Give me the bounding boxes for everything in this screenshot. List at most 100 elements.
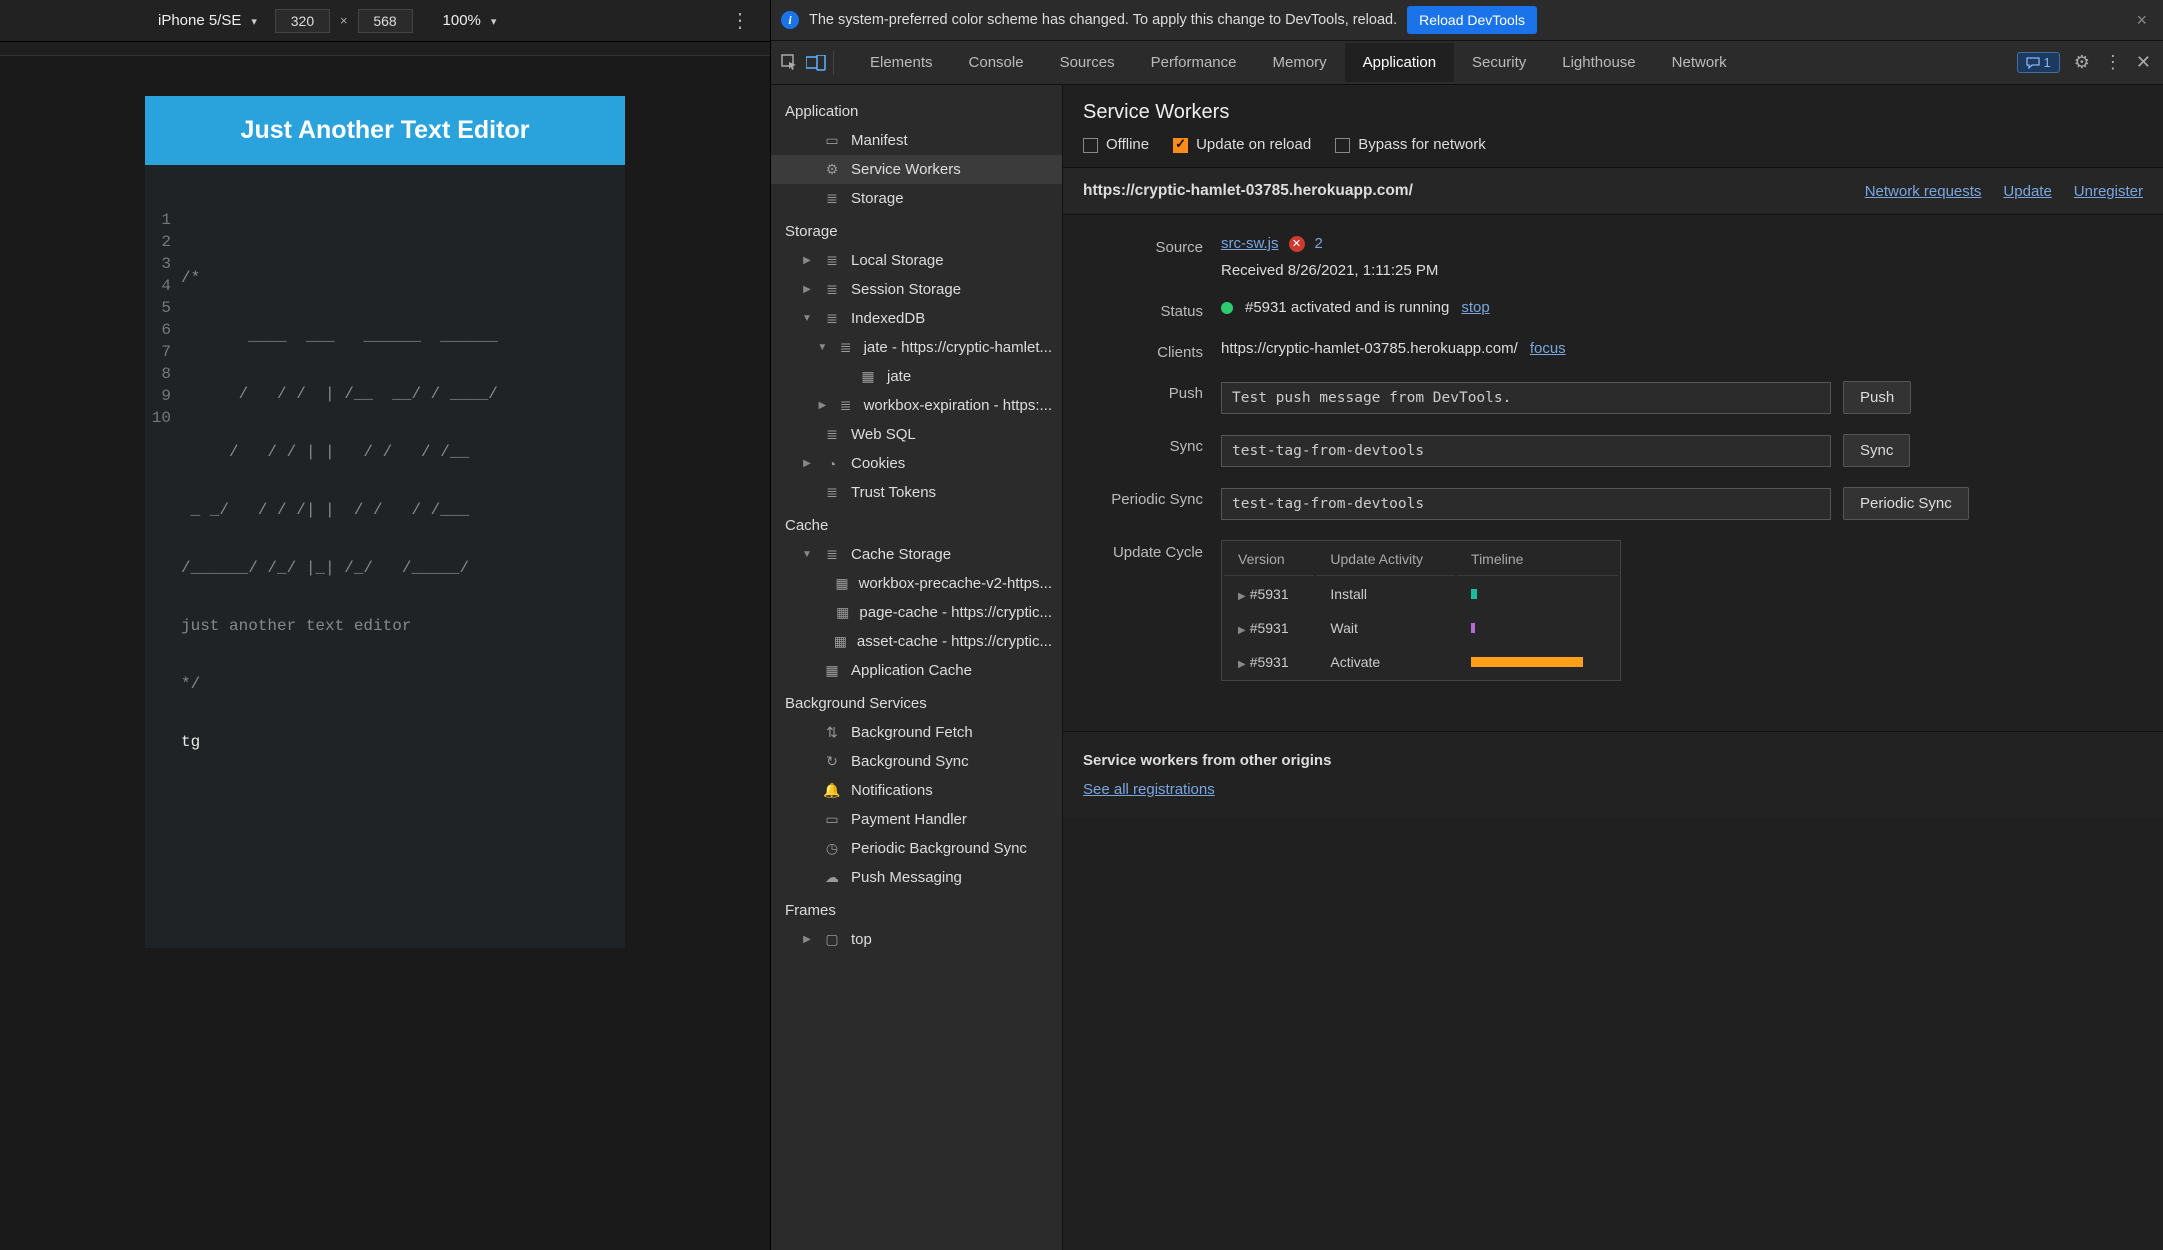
database-icon: ≣ bbox=[823, 486, 841, 500]
update-on-reload-checkbox[interactable]: Update on reload bbox=[1173, 136, 1311, 153]
sidebar-item-indexeddb[interactable]: ▼≣IndexedDB bbox=[771, 304, 1062, 333]
table-row[interactable]: ▶#5931 Activate bbox=[1224, 646, 1618, 678]
sidebar-item-notifications[interactable]: 🔔Notifications bbox=[771, 776, 1062, 805]
stop-link[interactable]: stop bbox=[1461, 299, 1489, 316]
device-viewport: Just Another Text Editor 12345678910 /* … bbox=[145, 96, 625, 948]
periodic-sync-input[interactable] bbox=[1221, 488, 1831, 520]
bypass-network-checkbox[interactable]: Bypass for network bbox=[1335, 136, 1486, 153]
sidebar-item-websql[interactable]: ≣Web SQL bbox=[771, 420, 1062, 449]
section-storage: Storage bbox=[771, 213, 1062, 246]
sidebar-item-page-cache[interactable]: ▦page-cache - https://cryptic... bbox=[771, 598, 1062, 627]
status-dot-icon bbox=[1221, 302, 1233, 314]
close-icon[interactable]: × bbox=[2130, 10, 2153, 31]
gear-icon: ⚙ bbox=[823, 163, 841, 177]
tab-memory[interactable]: Memory bbox=[1254, 43, 1344, 82]
sidebar-item-bg-fetch[interactable]: ⇅Background Fetch bbox=[771, 718, 1062, 747]
sidebar-item-cookies[interactable]: ▶◔Cookies bbox=[771, 449, 1062, 478]
tab-application[interactable]: Application bbox=[1345, 43, 1454, 82]
push-label: Push bbox=[1083, 381, 1203, 402]
network-requests-link[interactable]: Network requests bbox=[1865, 183, 1982, 200]
gear-icon[interactable]: ⚙ bbox=[2074, 52, 2090, 73]
message-icon bbox=[2026, 57, 2040, 69]
sidebar-item-asset-cache[interactable]: ▦asset-cache - https://cryptic... bbox=[771, 627, 1062, 656]
sidebar-item-jate-store[interactable]: ▦jate bbox=[771, 362, 1062, 391]
table-icon: ▦ bbox=[834, 635, 847, 649]
code-editor[interactable]: 12345678910 /* ____ ___ ______ ______ / … bbox=[145, 165, 625, 948]
unregister-link[interactable]: Unregister bbox=[2074, 183, 2143, 200]
sidebar-item-workbox-db[interactable]: ▶≣workbox-expiration - https:... bbox=[771, 391, 1062, 420]
kebab-icon[interactable]: ⋮ bbox=[2104, 52, 2122, 73]
zoom-select[interactable]: 100% bbox=[443, 12, 497, 29]
sidebar-item-precache[interactable]: ▦workbox-precache-v2-https... bbox=[771, 569, 1062, 598]
sidebar-item-local-storage[interactable]: ▶≣Local Storage bbox=[771, 246, 1062, 275]
issues-badge[interactable]: 1 bbox=[2017, 52, 2060, 73]
timeline-bar bbox=[1471, 623, 1475, 633]
tab-console[interactable]: Console bbox=[951, 43, 1042, 82]
application-sidebar: Application ▭Manifest ⚙Service Workers ≣… bbox=[771, 85, 1063, 1250]
sidebar-item-bg-sync[interactable]: ↻Background Sync bbox=[771, 747, 1062, 776]
table-row[interactable]: ▶#5931 Wait bbox=[1224, 612, 1618, 644]
origin-url: https://cryptic-hamlet-03785.herokuapp.c… bbox=[1083, 182, 1413, 200]
sync-label: Sync bbox=[1083, 434, 1203, 455]
table-icon: ▦ bbox=[836, 606, 849, 620]
sidebar-item-service-workers[interactable]: ⚙Service Workers bbox=[771, 155, 1062, 184]
tab-sources[interactable]: Sources bbox=[1042, 43, 1133, 82]
sync-input[interactable] bbox=[1221, 435, 1831, 467]
see-all-registrations-link[interactable]: See all registrations bbox=[1083, 781, 1215, 798]
sidebar-item-session-storage[interactable]: ▶≣Session Storage bbox=[771, 275, 1062, 304]
sidebar-item-cache-storage[interactable]: ▼≣Cache Storage bbox=[771, 540, 1062, 569]
section-bg-services: Background Services bbox=[771, 685, 1062, 718]
sidebar-item-jate-db[interactable]: ▼≣jate - https://cryptic-hamlet... bbox=[771, 333, 1062, 362]
width-input[interactable] bbox=[275, 9, 330, 33]
tab-security[interactable]: Security bbox=[1454, 43, 1544, 82]
offline-checkbox[interactable]: Offline bbox=[1083, 136, 1149, 153]
database-icon: ≣ bbox=[823, 283, 841, 297]
update-link[interactable]: Update bbox=[2003, 183, 2051, 200]
device-toolbar: iPhone 5/SE × 100% ⋮ bbox=[0, 0, 770, 42]
device-viewport-wrap: Just Another Text Editor 12345678910 /* … bbox=[0, 56, 770, 1250]
close-icon[interactable]: ✕ bbox=[2136, 52, 2151, 73]
received-time: Received 8/26/2021, 1:11:25 PM bbox=[1221, 262, 1438, 279]
sync-button[interactable]: Sync bbox=[1843, 434, 1910, 467]
push-input[interactable] bbox=[1221, 382, 1831, 414]
sidebar-item-periodic-bg[interactable]: ◷Periodic Background Sync bbox=[771, 834, 1062, 863]
periodic-sync-button[interactable]: Periodic Sync bbox=[1843, 487, 1969, 520]
section-frames: Frames bbox=[771, 892, 1062, 925]
device-select[interactable]: iPhone 5/SE bbox=[150, 8, 265, 33]
inspect-icon[interactable] bbox=[777, 50, 803, 76]
device-emulator-pane: iPhone 5/SE × 100% ⋮ Just Another Text E… bbox=[0, 0, 770, 1250]
clients-label: Clients bbox=[1083, 340, 1203, 361]
tab-performance[interactable]: Performance bbox=[1133, 43, 1255, 82]
focus-link[interactable]: focus bbox=[1530, 340, 1566, 357]
update-cycle-label: Update Cycle bbox=[1083, 540, 1203, 561]
kebab-menu-icon[interactable]: ⋮ bbox=[720, 8, 760, 33]
source-file-link[interactable]: src-sw.js bbox=[1221, 235, 1279, 252]
sidebar-item-manifest[interactable]: ▭Manifest bbox=[771, 126, 1062, 155]
push-button[interactable]: Push bbox=[1843, 381, 1911, 414]
database-icon: ≣ bbox=[838, 399, 854, 413]
sidebar-item-top-frame[interactable]: ▶▢top bbox=[771, 925, 1062, 954]
sidebar-item-payment[interactable]: ▭Payment Handler bbox=[771, 805, 1062, 834]
col-version: Version bbox=[1224, 543, 1314, 576]
table-icon: ▦ bbox=[835, 577, 848, 591]
height-input[interactable] bbox=[358, 9, 413, 33]
device-toggle-icon[interactable] bbox=[803, 50, 829, 76]
ruler bbox=[0, 42, 770, 56]
origin-row: https://cryptic-hamlet-03785.herokuapp.c… bbox=[1063, 167, 2163, 215]
chevron-down-icon bbox=[247, 12, 257, 29]
database-icon: ≣ bbox=[838, 341, 854, 355]
sidebar-item-app-cache[interactable]: ▦Application Cache bbox=[771, 656, 1062, 685]
reload-devtools-button[interactable]: Reload DevTools bbox=[1407, 6, 1537, 34]
infobar-text: The system-preferred color scheme has ch… bbox=[809, 12, 1397, 28]
tab-elements[interactable]: Elements bbox=[852, 43, 951, 82]
sidebar-item-trust-tokens[interactable]: ≣Trust Tokens bbox=[771, 478, 1062, 507]
table-row[interactable]: ▶#5931 Install bbox=[1224, 578, 1618, 610]
infobar: i The system-preferred color scheme has … bbox=[771, 0, 2163, 41]
sync-icon: ↻ bbox=[823, 755, 841, 769]
error-count[interactable]: 2 bbox=[1315, 235, 1323, 252]
tab-network[interactable]: Network bbox=[1654, 43, 1745, 82]
tab-lighthouse[interactable]: Lighthouse bbox=[1544, 43, 1653, 82]
chevron-down-icon bbox=[487, 12, 497, 29]
sidebar-item-storage[interactable]: ≣Storage bbox=[771, 184, 1062, 213]
sidebar-item-push-msg[interactable]: ☁Push Messaging bbox=[771, 863, 1062, 892]
